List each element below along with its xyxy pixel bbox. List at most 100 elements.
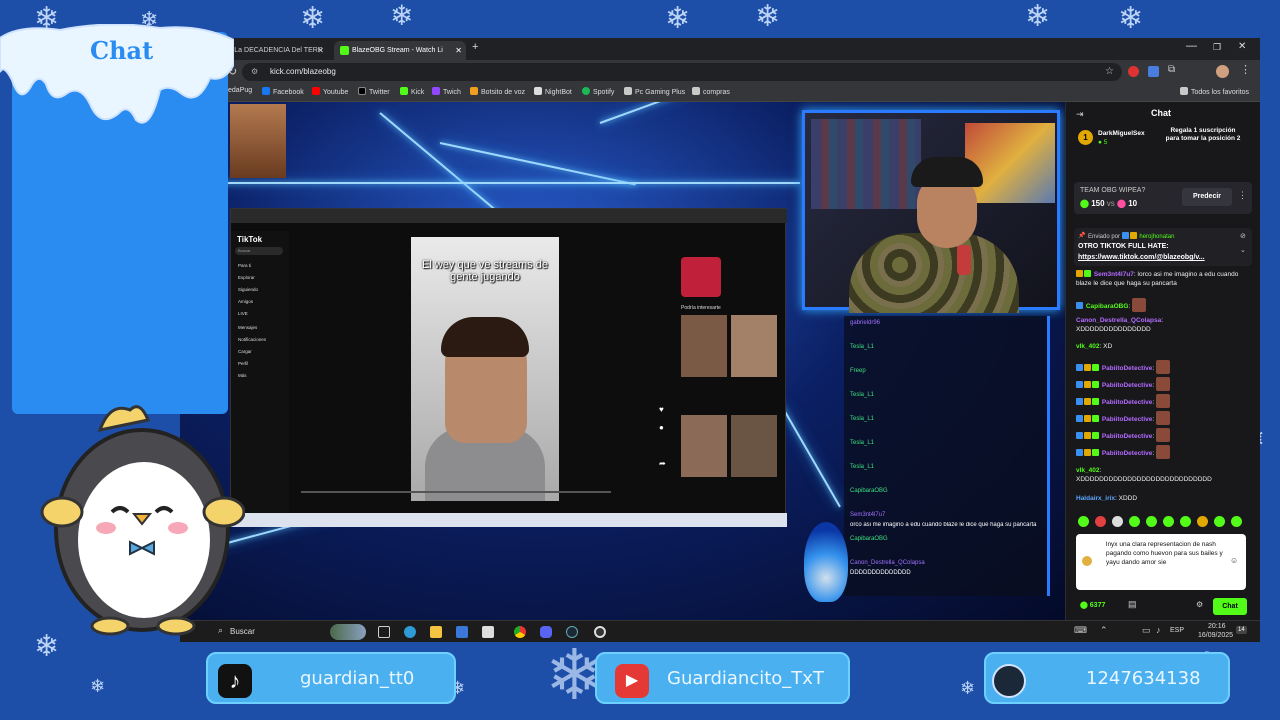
comment-icon[interactable]: ● <box>659 423 664 432</box>
emote[interactable] <box>1231 516 1242 527</box>
obs-icon[interactable] <box>594 626 606 638</box>
emote[interactable] <box>1078 516 1089 527</box>
close-tab-icon[interactable]: ✕ <box>317 41 324 60</box>
discord-icon[interactable] <box>540 626 552 638</box>
close-window-icon[interactable]: ✕ <box>1238 41 1246 52</box>
tiktok-search[interactable]: Buscar <box>235 247 283 255</box>
social-tiktok[interactable]: ♪ guardian_tt0 <box>206 652 456 704</box>
minimize-icon[interactable]: — <box>1186 40 1197 52</box>
stream-video[interactable]: TikTok Buscar Para ti Explorar Siguiendo… <box>180 102 1065 622</box>
input-language[interactable]: ESP <box>1170 627 1184 634</box>
volume-icon[interactable]: ♪ <box>1156 625 1161 635</box>
notification-badge[interactable]: 14 <box>1236 626 1247 634</box>
bookmarks-bar: edaPug Facebook Youtube Twitter Kick Twi… <box>180 84 1260 102</box>
recommended-thumb[interactable] <box>681 415 727 477</box>
expand-icon[interactable]: ⌄ <box>1240 246 1246 254</box>
edge-icon[interactable] <box>404 626 416 638</box>
clock-date[interactable]: 16/09/2025 <box>1198 632 1233 639</box>
share-icon[interactable]: ➦ <box>659 459 666 468</box>
emote[interactable] <box>1112 516 1123 527</box>
predict-button[interactable]: Predecir <box>1182 188 1232 206</box>
clock-time[interactable]: 20:16 <box>1208 623 1226 630</box>
tiktok-nav-item[interactable]: Amigos <box>238 299 253 304</box>
tiktok-nav-item[interactable]: Perfil <box>238 361 248 366</box>
tiktok-nav-item[interactable]: Notificaciones <box>238 337 266 342</box>
bookmark-item[interactable]: Botsito de voz <box>470 87 525 96</box>
tiktok-nav-item[interactable]: Más <box>238 373 247 378</box>
social-youtube[interactable]: ▶ Guardiancito_TxT <box>595 652 850 704</box>
keyboard-icon[interactable]: ⌨ <box>1074 625 1087 636</box>
close-tab-icon[interactable]: ✕ <box>455 41 462 60</box>
network-icon[interactable]: ▭ <box>1142 625 1151 636</box>
collapse-chat-icon[interactable]: ⇥ <box>1076 109 1084 120</box>
extension-icon[interactable] <box>1148 66 1159 77</box>
prediction-menu-icon[interactable]: ⋮ <box>1238 190 1247 201</box>
maximize-icon[interactable]: ❐ <box>1213 42 1221 53</box>
emote[interactable] <box>1129 516 1140 527</box>
extension-icon[interactable] <box>1128 66 1139 77</box>
store-icon[interactable] <box>456 626 468 638</box>
badge-icon <box>1092 432 1099 439</box>
bookmark-item[interactable]: Twich <box>432 87 461 96</box>
badge-icon <box>1092 449 1099 456</box>
badge-icon <box>1092 381 1099 388</box>
address-bar[interactable]: ⚙ kick.com/blazeobg ☆ <box>242 63 1122 81</box>
video-progress-bar[interactable] <box>301 491 611 493</box>
new-tab-icon[interactable]: + <box>472 41 478 53</box>
menu-dots-icon[interactable]: ⋮ <box>1240 63 1251 76</box>
badge-icon <box>1092 415 1099 422</box>
pinned-link[interactable]: https://www.tiktok.com/@blazeobg/v... <box>1078 254 1205 261</box>
tiktok-video[interactable]: El wey que ve streams de gente jugando <box>411 237 559 501</box>
social-steam[interactable]: 1247634138 <box>984 652 1230 704</box>
emote-bar <box>1078 516 1250 528</box>
bookmark-item[interactable]: compras <box>692 87 730 96</box>
tiktok-nav-item[interactable]: Explorar <box>238 275 255 280</box>
recommended-thumb[interactable] <box>681 257 721 297</box>
twitch-icon <box>432 87 440 95</box>
emote[interactable] <box>1180 516 1191 527</box>
chrome-icon[interactable] <box>514 626 526 638</box>
all-favorites-folder[interactable]: Todos los favoritos <box>1180 87 1249 96</box>
tiktok-nav-item[interactable]: LIVE <box>238 311 248 316</box>
profile-avatar[interactable] <box>1216 65 1229 78</box>
unpin-icon[interactable]: ⊘ <box>1240 232 1246 240</box>
bookmark-item[interactable]: Pc Gaming Plus <box>624 87 685 96</box>
like-icon[interactable]: ♥ <box>659 405 664 414</box>
site-info-icon[interactable]: ⚙ <box>251 63 258 81</box>
gift-sub-cta[interactable]: Regala 1 suscripción para tomar la posic… <box>1164 127 1242 143</box>
bookmark-star-icon[interactable]: ☆ <box>1105 63 1114 81</box>
bookmark-item[interactable]: Twitter <box>358 87 390 96</box>
top-gifter-name[interactable]: DarkMiguelSex <box>1098 130 1145 137</box>
tiktok-nav-item[interactable]: Mensajes <box>238 325 257 330</box>
channel-points[interactable]: ⬤ 6377 <box>1080 601 1105 609</box>
recommended-thumb[interactable] <box>681 315 727 377</box>
tiktok-nav-item[interactable]: Siguiendo <box>238 287 258 292</box>
emote[interactable] <box>1163 516 1174 527</box>
extensions-puzzle-icon[interactable]: ⧉ <box>1168 64 1175 75</box>
tab-kick[interactable]: BlazeOBG Stream - Watch Li ✕ <box>334 41 466 60</box>
chat-input[interactable]: lnyx una clara representacion de nash pa… <box>1076 534 1246 590</box>
send-chat-button[interactable]: Chat <box>1213 598 1247 615</box>
recommended-thumb[interactable] <box>731 315 777 377</box>
emote[interactable] <box>1214 516 1225 527</box>
bookmark-item[interactable]: Youtube <box>312 87 348 96</box>
tiktok-nav-item[interactable]: Cargar <box>238 349 252 354</box>
bookmark-item[interactable]: Kick <box>400 87 424 96</box>
gift-icon[interactable]: ▤ <box>1128 599 1137 610</box>
emoji-picker-icon[interactable]: ☺ <box>1230 556 1238 565</box>
recommended-thumb[interactable] <box>731 415 777 477</box>
file-explorer-icon[interactable] <box>430 626 442 638</box>
steam-icon[interactable] <box>566 626 578 638</box>
emote[interactable] <box>1197 516 1208 527</box>
chat-settings-icon[interactable]: ⚙ <box>1196 600 1203 609</box>
tiktok-nav-item[interactable]: Para ti <box>238 263 251 268</box>
bookmark-item[interactable]: NightBot <box>534 87 572 96</box>
tray-up-icon[interactable]: ⌃ <box>1100 625 1108 636</box>
task-view-icon[interactable] <box>378 626 390 638</box>
bookmark-item[interactable]: Spotify <box>582 87 614 96</box>
bookmark-item[interactable]: Facebook <box>262 87 304 96</box>
mail-icon[interactable] <box>482 626 494 638</box>
overlay-chat-line: Tesla_L1 <box>850 464 875 470</box>
emote[interactable] <box>1146 516 1157 527</box>
emote[interactable] <box>1095 516 1106 527</box>
